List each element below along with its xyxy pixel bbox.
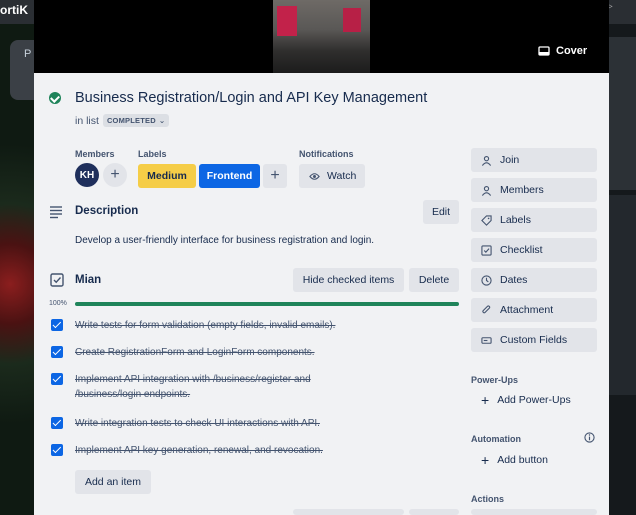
members-label: Members — [500, 184, 544, 196]
card-title[interactable]: Business Registration/Login and API Key … — [75, 90, 427, 106]
card-header: Business Registration/Login and API Key … — [49, 90, 427, 106]
checklist-item[interactable]: Write tests for form validation (empty f… — [34, 318, 474, 334]
actions-heading: Actions — [471, 494, 505, 504]
checklist-item[interactable]: Implement API integration with /business… — [34, 372, 474, 404]
labels-label: Labels — [500, 214, 531, 226]
clock-icon — [481, 274, 492, 286]
chevron-down-icon: ⌄ — [158, 116, 166, 125]
checklist-item-text[interactable]: Implement API integration with /business… — [75, 372, 335, 402]
checklist-progress-percent: 100% — [49, 300, 67, 307]
board-right-list — [609, 37, 636, 190]
members-icon — [481, 185, 492, 196]
labels-heading: Labels — [138, 149, 167, 159]
board-brand: ortiK — [0, 3, 28, 17]
attachment-label: Attachment — [500, 304, 554, 316]
add-button-button[interactable]: + Add button — [471, 448, 597, 472]
add-member-button[interactable]: + — [103, 163, 127, 187]
list-name: COMPLETED — [106, 116, 156, 125]
eye-icon — [309, 172, 320, 180]
labels-button[interactable]: Labels — [471, 208, 597, 232]
plus-icon: + — [481, 392, 490, 408]
checklist-button[interactable]: Checklist — [471, 238, 597, 262]
checked-checkbox-icon[interactable] — [51, 319, 63, 331]
checklist-item-text[interactable]: Write tests for form validation (empty f… — [75, 318, 375, 333]
notifications-heading: Notifications — [299, 149, 354, 159]
edit-description-button[interactable]: Edit — [423, 200, 459, 224]
checklist-item[interactable]: Write integration tests to check UI inte… — [34, 416, 474, 432]
powerups-heading: Power-Ups — [471, 375, 519, 385]
info-icon[interactable] — [584, 432, 595, 443]
custom-fields-button[interactable]: Custom Fields — [471, 328, 597, 352]
automation-heading: Automation — [471, 434, 521, 444]
dates-button[interactable]: Dates — [471, 268, 597, 292]
custom-fields-icon — [481, 336, 492, 344]
checklist-item[interactable]: Implement API key generation, renewal, a… — [34, 443, 474, 459]
cover-button[interactable]: Cover — [538, 41, 587, 61]
paperclip-icon — [482, 304, 491, 313]
plus-icon: + — [481, 452, 490, 468]
avatar[interactable]: KH — [75, 163, 99, 187]
label-frontend[interactable]: Frontend — [199, 164, 260, 188]
join-label: Join — [500, 154, 520, 166]
join-button[interactable]: Join — [471, 148, 597, 172]
checklist-progress-bar — [75, 302, 459, 306]
complete-check-icon[interactable] — [49, 92, 61, 104]
checked-checkbox-icon[interactable] — [51, 444, 63, 456]
action-button[interactable] — [471, 509, 597, 515]
checklist-item-text[interactable]: Implement API key generation, renewal, a… — [75, 443, 375, 458]
checklist-icon — [481, 244, 492, 256]
checklist-item-text[interactable]: Write integration tests to check UI inte… — [75, 416, 375, 431]
checklist-title[interactable]: Mian — [75, 274, 101, 286]
cover-button-label: Cover — [556, 45, 588, 57]
in-list-prefix: in list — [75, 114, 99, 127]
checked-checkbox-icon[interactable] — [51, 346, 63, 358]
checklist-item-text[interactable]: Create RegistrationForm and LoginForm co… — [75, 345, 375, 360]
next-section-button-2[interactable] — [409, 509, 459, 515]
checklist-icon — [50, 273, 64, 287]
cover-image — [273, 0, 370, 73]
members-heading: Members — [75, 149, 115, 159]
label-medium[interactable]: Medium — [138, 164, 196, 188]
watch-label: Watch — [327, 170, 357, 182]
add-powerups-label: Add Power-Ups — [497, 394, 571, 406]
checklist-item[interactable]: Create RegistrationForm and LoginForm co… — [34, 345, 474, 361]
card-list-info: in list COMPLETED ⌄ — [75, 114, 170, 127]
description-icon — [50, 206, 62, 219]
add-label-button[interactable]: + — [263, 164, 287, 188]
description-text[interactable]: Develop a user-friendly interface for bu… — [75, 235, 374, 246]
custom-fields-label: Custom Fields — [500, 334, 568, 346]
add-powerups-button[interactable]: + Add Power-Ups — [471, 388, 597, 412]
attachment-button[interactable]: Attachment — [471, 298, 597, 322]
checked-checkbox-icon[interactable] — [51, 417, 63, 429]
description-title: Description — [75, 205, 139, 217]
next-section-button[interactable] — [293, 509, 404, 515]
person-icon — [481, 155, 492, 166]
board-list-letter: P — [24, 48, 32, 60]
card-modal: Business Registration/Login and API Key … — [34, 73, 609, 515]
delete-checklist-button[interactable]: Delete — [409, 268, 459, 292]
add-button-label: Add button — [497, 454, 548, 466]
checklist-progress-fill — [75, 302, 459, 306]
watch-button[interactable]: Watch — [299, 164, 365, 188]
checklist-label: Checklist — [500, 244, 543, 256]
plus-icon: + — [110, 166, 120, 183]
dates-label: Dates — [500, 274, 528, 286]
board-right-list-2 — [609, 195, 636, 395]
tag-icon — [481, 214, 492, 226]
add-item-button[interactable]: Add an item — [75, 470, 151, 494]
card-cover: Cover — [34, 0, 609, 73]
board-list: P — [10, 40, 34, 100]
checked-checkbox-icon[interactable] — [51, 373, 63, 385]
cover-icon — [538, 46, 550, 56]
hide-checked-items-button[interactable]: Hide checked items — [293, 268, 404, 292]
members-button[interactable]: Members — [471, 178, 597, 202]
list-selector[interactable]: COMPLETED ⌄ — [102, 114, 170, 127]
plus-icon: + — [270, 167, 280, 184]
